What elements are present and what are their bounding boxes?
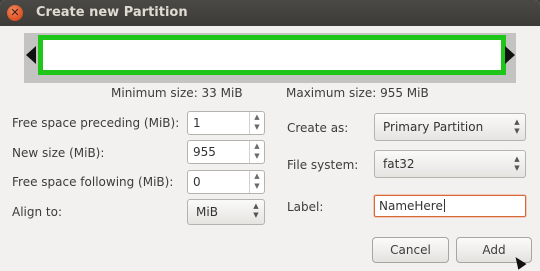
spin-down-icon[interactable]: ▼ bbox=[250, 181, 264, 191]
partition-label-text: NameHere bbox=[379, 199, 443, 213]
free-space-preceding-spinner[interactable]: 1 ▲ ▼ bbox=[187, 111, 265, 135]
create-partition-dialog: ✕ Create new Partition Minimum size: 33 … bbox=[0, 0, 540, 271]
partition-label-label: Label: bbox=[287, 200, 324, 214]
dropdown-arrows-icon: ▲ ▼ bbox=[248, 202, 264, 222]
spinner-arrows-icon[interactable]: ▲ ▼ bbox=[249, 171, 264, 193]
spinner-arrows-icon[interactable]: ▲ ▼ bbox=[249, 112, 264, 134]
free-space-following-label: Free space following (MiB): bbox=[12, 175, 174, 189]
create-as-value: Primary Partition bbox=[383, 120, 484, 134]
file-system-label: File system: bbox=[287, 158, 359, 172]
new-size-value[interactable]: 955 bbox=[193, 145, 216, 159]
partition-size-bar[interactable] bbox=[38, 35, 506, 75]
title-bar: ✕ Create new Partition bbox=[0, 0, 540, 26]
free-space-preceding-value[interactable]: 1 bbox=[193, 116, 201, 130]
dropdown-arrows-icon: ▲ ▼ bbox=[509, 118, 525, 138]
window-title: Create new Partition bbox=[36, 5, 188, 20]
dropdown-up-icon: ▲ bbox=[514, 118, 520, 126]
new-size-spinner[interactable]: 955 ▲ ▼ bbox=[187, 140, 265, 164]
spin-down-icon[interactable]: ▼ bbox=[250, 151, 264, 161]
resize-right-handle-icon[interactable] bbox=[505, 46, 515, 64]
free-space-preceding-label: Free space preceding (MiB): bbox=[12, 116, 180, 130]
maximum-size-label: Maximum size: 955 MiB bbox=[286, 86, 429, 100]
cancel-button[interactable]: Cancel bbox=[372, 237, 449, 263]
dropdown-down-icon: ▼ bbox=[514, 164, 520, 172]
minimum-size-label: Minimum size: 33 MiB bbox=[111, 86, 243, 100]
file-system-value: fat32 bbox=[383, 157, 415, 171]
create-as-dropdown[interactable]: Primary Partition ▲ ▼ bbox=[374, 113, 526, 141]
close-icon[interactable]: ✕ bbox=[7, 5, 23, 21]
align-to-value: MiB bbox=[196, 205, 218, 219]
spin-down-icon[interactable]: ▼ bbox=[250, 122, 264, 132]
spin-up-icon[interactable]: ▲ bbox=[250, 171, 264, 181]
text-caret bbox=[443, 199, 445, 212]
partition-label-input[interactable]: NameHere bbox=[374, 195, 526, 217]
dropdown-arrows-icon: ▲ ▼ bbox=[509, 155, 525, 175]
align-to-label: Align to: bbox=[12, 205, 63, 219]
free-space-following-spinner[interactable]: 0 ▲ ▼ bbox=[187, 170, 265, 194]
dropdown-down-icon: ▼ bbox=[514, 127, 520, 135]
align-to-dropdown[interactable]: MiB ▲ ▼ bbox=[187, 199, 265, 225]
create-as-label: Create as: bbox=[287, 121, 349, 135]
partition-label-value[interactable]: NameHere bbox=[379, 199, 445, 213]
file-system-dropdown[interactable]: fat32 ▲ ▼ bbox=[374, 150, 526, 178]
dropdown-down-icon: ▼ bbox=[253, 211, 259, 219]
resize-left-handle-icon[interactable] bbox=[26, 46, 36, 64]
new-size-label: New size (MiB): bbox=[12, 146, 105, 160]
dropdown-up-icon: ▲ bbox=[253, 202, 259, 210]
spin-up-icon[interactable]: ▲ bbox=[250, 141, 264, 151]
dropdown-up-icon: ▲ bbox=[514, 155, 520, 163]
free-space-following-value[interactable]: 0 bbox=[193, 175, 201, 189]
spin-up-icon[interactable]: ▲ bbox=[250, 112, 264, 122]
spinner-arrows-icon[interactable]: ▲ ▼ bbox=[249, 141, 264, 163]
